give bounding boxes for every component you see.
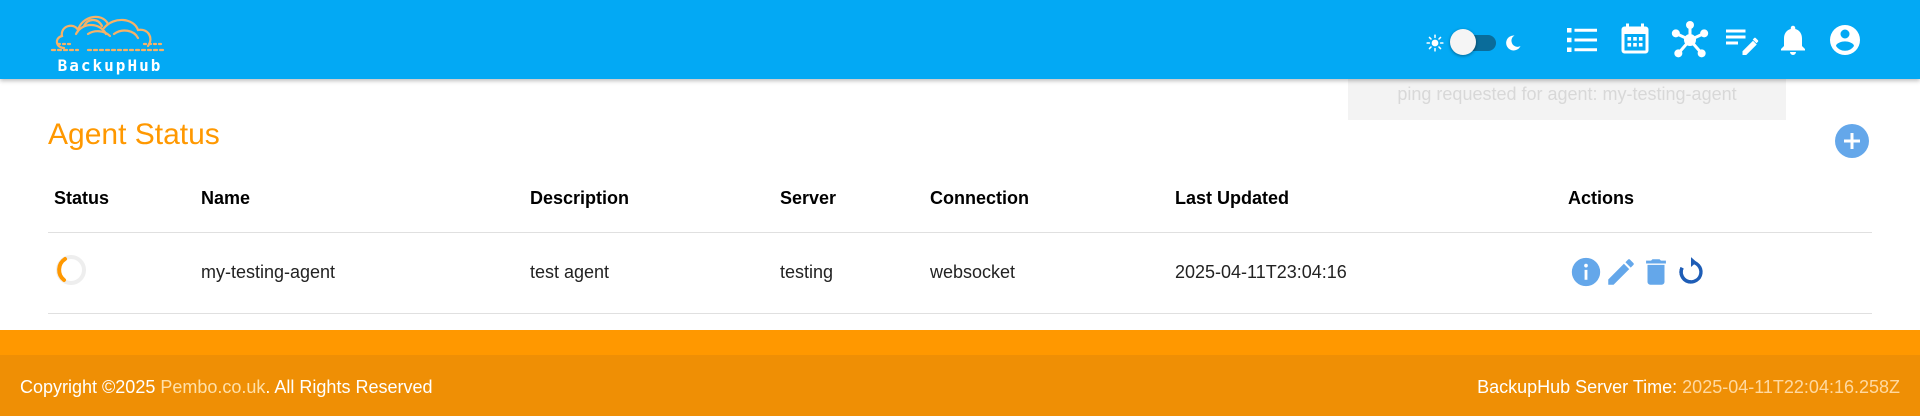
page-title: Agent Status xyxy=(48,118,220,151)
edit-note-icon[interactable] xyxy=(1723,22,1759,58)
header-last-updated[interactable]: Last Updated xyxy=(1175,188,1289,209)
server-time: BackupHub Server Time: 2025-04-11T22:04:… xyxy=(1477,377,1900,398)
info-icon[interactable] xyxy=(1569,255,1603,289)
copyright-text: Copyright ©2025 Pembo.co.uk. All Rights … xyxy=(20,377,432,398)
calendar-icon[interactable] xyxy=(1617,22,1653,58)
copyright-prefix: Copyright ©2025 xyxy=(20,377,161,397)
sun-icon xyxy=(1426,34,1444,52)
app-header: BackupHub xyxy=(0,0,1920,79)
footer-accent-strip xyxy=(0,330,1920,355)
moon-icon xyxy=(1506,35,1521,51)
toast-message: ping requested for agent: my-testing-age… xyxy=(1397,84,1737,104)
agent-server: testing xyxy=(780,262,834,282)
status-loading-spinner-icon xyxy=(54,253,88,287)
agent-connection: websocket xyxy=(930,262,1016,282)
server-time-value: 2025-04-11T22:04:16.258Z xyxy=(1682,377,1900,397)
agent-description: test agent xyxy=(530,262,610,282)
header-description[interactable]: Description xyxy=(530,188,629,209)
header-connection[interactable]: Connection xyxy=(930,188,1029,209)
account-icon[interactable] xyxy=(1827,22,1863,58)
table-row: my-testing-agent test agent testing webs… xyxy=(48,233,1872,314)
server-time-label: BackupHub Server Time: xyxy=(1477,377,1683,397)
app-footer: Copyright ©2025 Pembo.co.uk. All Rights … xyxy=(0,355,1920,416)
theme-switch-thumb[interactable] xyxy=(1450,29,1476,55)
header-server[interactable]: Server xyxy=(780,188,836,209)
header-status[interactable]: Status xyxy=(54,188,109,209)
copyright-suffix: . All Rights Reserved xyxy=(265,377,433,397)
agent-last-updated: 2025-04-11T23:04:16 xyxy=(1175,262,1347,282)
header-actions: Actions xyxy=(1568,188,1635,208)
add-agent-button[interactable] xyxy=(1835,124,1869,158)
table-header-row: Status Name Description Server Connectio… xyxy=(48,178,1872,233)
theme-toggle[interactable] xyxy=(1422,28,1522,58)
header-name[interactable]: Name xyxy=(201,188,250,209)
bell-icon[interactable] xyxy=(1775,22,1811,58)
backuphub-logo[interactable]: BackupHub xyxy=(48,4,172,78)
refresh-icon[interactable] xyxy=(1674,255,1708,289)
hub-icon[interactable] xyxy=(1670,20,1710,60)
agent-name: my-testing-agent xyxy=(201,262,336,282)
app-name: BackupHub xyxy=(57,56,163,75)
agent-status-table: Status Name Description Server Connectio… xyxy=(48,178,1872,314)
cloud-logo-icon xyxy=(50,15,168,52)
copyright-link[interactable]: Pembo.co.uk xyxy=(160,377,265,397)
edit-icon[interactable] xyxy=(1604,255,1638,289)
list-icon[interactable] xyxy=(1564,22,1600,58)
plus-icon xyxy=(1844,133,1860,149)
delete-icon[interactable] xyxy=(1639,255,1673,289)
